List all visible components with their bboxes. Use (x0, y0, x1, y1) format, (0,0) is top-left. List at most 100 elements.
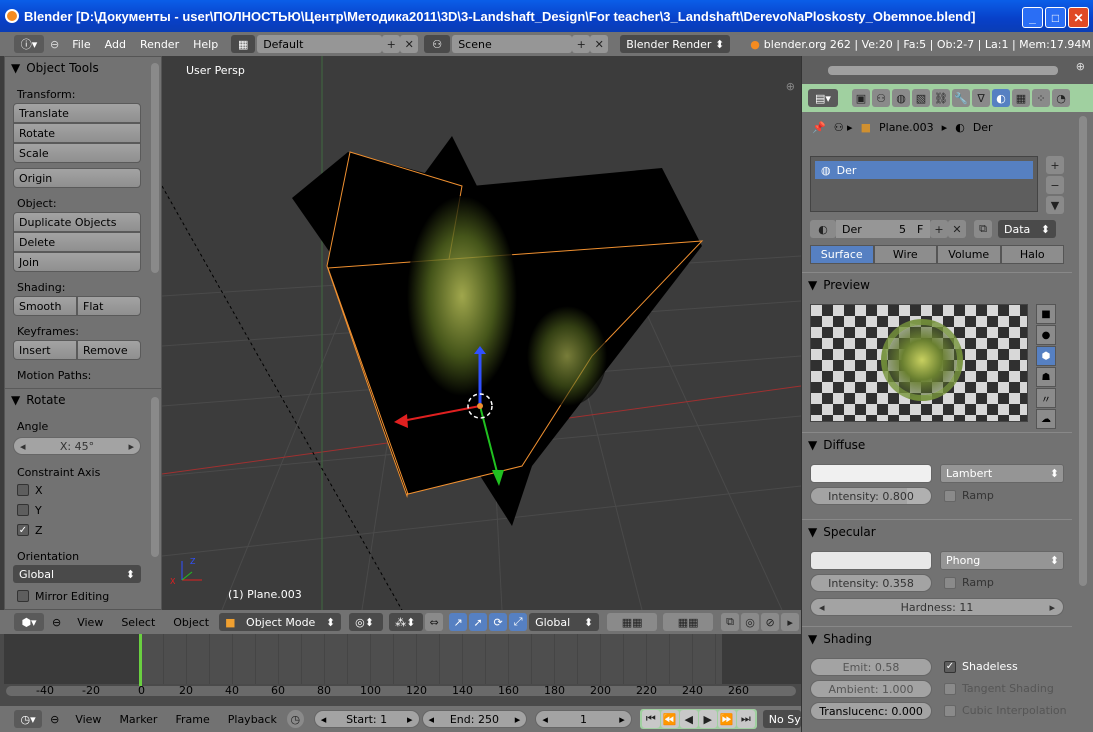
play-reverse-icon[interactable]: ◀ (679, 710, 698, 728)
wire-tab[interactable]: Wire (873, 245, 937, 264)
menu-help[interactable]: Help (186, 38, 225, 51)
diffuse-shader-select[interactable]: Lambert ⬍ (940, 464, 1064, 483)
menu-frame[interactable]: Frame (167, 713, 217, 726)
flat-button[interactable]: Flat (77, 296, 141, 316)
remove-keyframe-button[interactable]: Remove (77, 340, 141, 360)
insert-keyframe-button[interactable]: Insert (13, 340, 77, 360)
halo-tab[interactable]: Halo (1000, 245, 1064, 264)
add-scene-icon[interactable]: + (572, 35, 591, 53)
breadcrumb-object[interactable]: Plane.003 (879, 121, 934, 134)
scene-tab-icon[interactable]: ⚇ (872, 89, 890, 107)
checkbox[interactable] (17, 590, 29, 602)
specular-intensity-slider[interactable]: Intensity: 0.358 (810, 574, 932, 592)
modifiers-tab-icon[interactable]: 🔧 (952, 89, 970, 107)
tool-shelf-scrollbar[interactable] (151, 63, 159, 273)
menu-playback[interactable]: Playback (220, 713, 285, 726)
pin-icon[interactable]: 📌 (812, 121, 826, 134)
snap-element-icon[interactable]: ▸ (781, 613, 800, 631)
cubic-interpolation-toggle[interactable]: Cubic Interpolation (944, 704, 1067, 717)
translate-arrow-icon[interactable]: ➚ (469, 613, 488, 631)
world-tab-icon[interactable]: ◍ (892, 89, 910, 107)
mode-select[interactable]: ■ Object Mode ⬍ (219, 613, 342, 631)
collapse-menu-icon[interactable]: ⊖ (50, 713, 59, 726)
material-name-field[interactable]: Der (836, 220, 894, 238)
remove-slot-icon[interactable]: − (1046, 176, 1064, 194)
shadeless-toggle[interactable]: ✓ Shadeless (944, 660, 1018, 673)
browse-material-icon[interactable]: ◐ (810, 220, 836, 238)
remove-scene-icon[interactable]: ✕ (590, 35, 609, 53)
constraint-z[interactable]: ✓ Z (5, 521, 161, 539)
menu-add[interactable]: Add (98, 38, 133, 51)
start-frame-field[interactable]: ◂ Start: 1 ▸ (313, 710, 420, 728)
volume-tab[interactable]: Volume (937, 245, 1001, 264)
specular-color-swatch[interactable] (810, 551, 932, 570)
current-frame-field[interactable]: ◂ 1 ▸ (535, 710, 632, 728)
translate-button[interactable]: Translate (13, 103, 141, 123)
render-engine-select[interactable]: Blender Render ⬍ (620, 35, 731, 53)
menu-render[interactable]: Render (133, 38, 186, 51)
object-tab-icon[interactable]: ▧ (912, 89, 930, 107)
scale-manipulator-icon[interactable]: ⤢ (509, 613, 528, 631)
duplicate-objects-button[interactable]: Duplicate Objects (13, 212, 141, 232)
orientation-select[interactable]: Global ⬍ (13, 565, 141, 583)
surface-tab[interactable]: Surface (810, 245, 874, 264)
menu-object[interactable]: Object (165, 616, 217, 629)
sync-mode-select[interactable]: No Sync (762, 710, 801, 728)
manipulator-toggle-icon[interactable]: ⇔ (425, 613, 444, 631)
checkbox[interactable] (944, 489, 956, 502)
3d-viewport[interactable]: X Z User Persp (1) Plane.003 ⊕ (162, 56, 801, 610)
rotate-operator-header[interactable]: ▼ Rotate (5, 388, 161, 411)
smooth-button[interactable]: Smooth (13, 296, 77, 316)
preview-monkey-icon[interactable]: ☗ (1036, 367, 1056, 387)
prev-keyframe-icon[interactable]: ⏪ (660, 710, 679, 728)
checkbox[interactable] (944, 682, 956, 695)
preview-sphere-icon[interactable]: ● (1036, 325, 1056, 345)
object-tools-header[interactable]: ▼ Object Tools (5, 57, 161, 79)
editor-type-properties-icon[interactable]: ▤▾ (808, 89, 838, 107)
node-material-icon[interactable]: ⧉ (974, 220, 992, 238)
collapse-menu-icon[interactable]: ⊖ (52, 616, 61, 629)
new-material-icon[interactable]: + (930, 220, 948, 238)
screen-layout-field[interactable]: Default (257, 35, 383, 53)
remove-screen-icon[interactable]: ✕ (400, 35, 419, 53)
delete-button[interactable]: Delete (13, 232, 141, 252)
timeline-editor[interactable]: -40 -20 0 20 40 60 80 100 120 140 160 18… (0, 634, 801, 708)
snap-icon[interactable]: ⊘ (761, 613, 780, 631)
minimize-button[interactable]: _ (1022, 7, 1043, 28)
menu-view[interactable]: View (69, 616, 111, 629)
checkbox[interactable] (944, 576, 956, 589)
mirror-editing-row[interactable]: Mirror Editing (5, 587, 161, 605)
region-toggle-icon[interactable]: ⊕ (786, 80, 795, 93)
operator-scrollbar[interactable] (151, 397, 159, 557)
preview-hair-icon[interactable]: 〃 (1036, 388, 1056, 408)
screen-layout-icon[interactable]: ▦ (231, 35, 256, 53)
scale-button[interactable]: Scale (13, 143, 141, 163)
end-frame-field[interactable]: ◂ End: 250 ▸ (421, 710, 528, 728)
constraint-y[interactable]: Y (5, 501, 161, 519)
scene-field[interactable]: Scene (452, 35, 573, 53)
join-button[interactable]: Join (13, 252, 141, 272)
constraint-x[interactable]: X (5, 481, 161, 499)
texture-tab-icon[interactable]: ▦ (1012, 89, 1030, 107)
render-tab-icon[interactable]: ▣ (852, 89, 870, 107)
layers-grid-1[interactable]: ▦▦ (607, 613, 658, 631)
shading-panel-header[interactable]: ▼ Shading (802, 626, 1072, 650)
scene-canvas[interactable]: X Z (162, 56, 801, 610)
checkbox-checked[interactable]: ✓ (17, 524, 29, 536)
tangent-shading-toggle[interactable]: Tangent Shading (944, 682, 1054, 695)
menu-view[interactable]: View (67, 713, 109, 726)
transform-orientation-select[interactable]: Global ⬍ (529, 613, 600, 631)
viewport-shading-select[interactable]: ◎⬍ (349, 613, 384, 631)
unlink-material-icon[interactable]: ✕ (948, 220, 966, 238)
lock-layers-icon[interactable]: ⧉ (721, 613, 740, 631)
diffuse-intensity-slider[interactable]: Intensity: 0.800 (810, 487, 932, 505)
fake-user-toggle[interactable]: F (912, 220, 930, 238)
preview-flat-icon[interactable]: ■ (1036, 304, 1056, 324)
preview-sky-icon[interactable]: ☁ (1036, 409, 1056, 429)
material-users-count[interactable]: 5 (894, 220, 912, 238)
origin-button[interactable]: Origin (13, 168, 141, 188)
diffuse-ramp-toggle[interactable]: Ramp (944, 489, 994, 502)
editor-type-info-icon[interactable]: ⓘ▾ (14, 35, 44, 53)
material-tab-icon[interactable]: ◐ (992, 89, 1010, 107)
menu-select[interactable]: Select (113, 616, 163, 629)
